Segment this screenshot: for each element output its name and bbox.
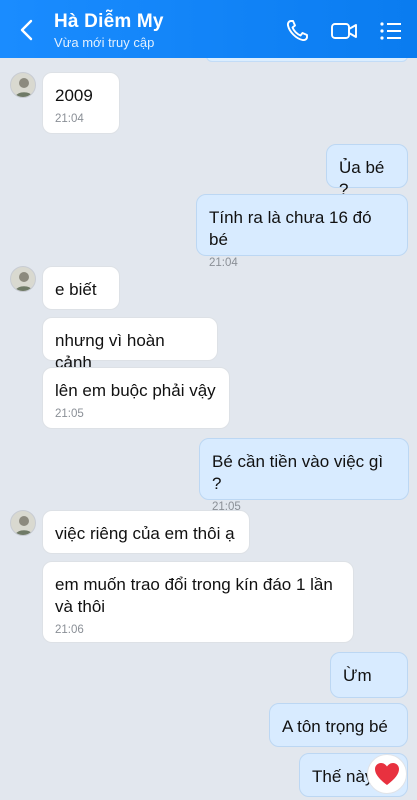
message-bubble[interactable]: Ủa bé ? [326, 144, 408, 199]
message-bubble[interactable]: A tôn trọng bé [269, 703, 408, 747]
list-menu-icon[interactable] [378, 18, 406, 44]
avatar[interactable] [10, 72, 36, 98]
contact-name: Hà Diễm My [54, 11, 164, 32]
message-bubble[interactable]: Bé cần tiền vào việc gì ? 21:05 [199, 438, 409, 513]
message-bubble[interactable]: nhưng vì hoàn cảnh [42, 317, 218, 372]
video-camera-icon[interactable] [330, 18, 358, 44]
back-arrow-icon[interactable] [16, 18, 38, 42]
contact-status: Vừa mới truy cập [54, 35, 155, 50]
message-text: em muốn trao đổi trong kín đáo 1 lần và … [55, 575, 333, 616]
message-bubble[interactable]: 2009 21:04 [42, 72, 120, 134]
message-bubble[interactable]: em muốn trao đổi trong kín đáo 1 lần và … [42, 561, 354, 643]
chat-header: Hà Diễm My Vừa mới truy cập [0, 0, 417, 58]
message-text: 2009 [55, 86, 93, 105]
message-time: 21:06 [55, 624, 84, 636]
avatar[interactable] [10, 266, 36, 292]
message-text: lên em buộc phải vậy [55, 381, 216, 400]
message-text: A tôn trọng bé [282, 717, 388, 736]
message-text: việc riêng của em thôi ạ [55, 524, 235, 543]
message-bubble[interactable]: e biết [42, 266, 120, 310]
message-time: 21:04 [209, 257, 238, 269]
message-bubble[interactable]: Ừm [330, 652, 408, 698]
heart-reaction-button[interactable] [367, 754, 407, 794]
message-bubble[interactable]: Tính ra là chưa 16 đó bé 21:04 [196, 194, 408, 269]
message-text: Ừm [343, 666, 372, 685]
message-time: 21:05 [55, 408, 84, 420]
message-text: e biết [55, 280, 97, 299]
message-bubble[interactable]: lên em buộc phải vậy 21:05 [42, 367, 230, 429]
message-text: Bé cần tiền vào việc gì ? [212, 452, 384, 493]
heart-icon [375, 763, 399, 785]
message-bubble[interactable]: việc riêng của em thôi ạ [42, 510, 250, 554]
avatar[interactable] [10, 510, 36, 536]
contact-info[interactable]: Hà Diễm My Vừa mới truy cập [54, 10, 164, 51]
phone-icon[interactable] [284, 18, 312, 44]
message-time: 21:04 [55, 113, 84, 125]
message-list[interactable]: 2009 21:04 Ủa bé ? Tính ra là chưa 16 đó… [0, 58, 417, 800]
message-text: Tính ra là chưa 16 đó bé [209, 208, 372, 249]
previous-message-bubble [206, 58, 408, 62]
